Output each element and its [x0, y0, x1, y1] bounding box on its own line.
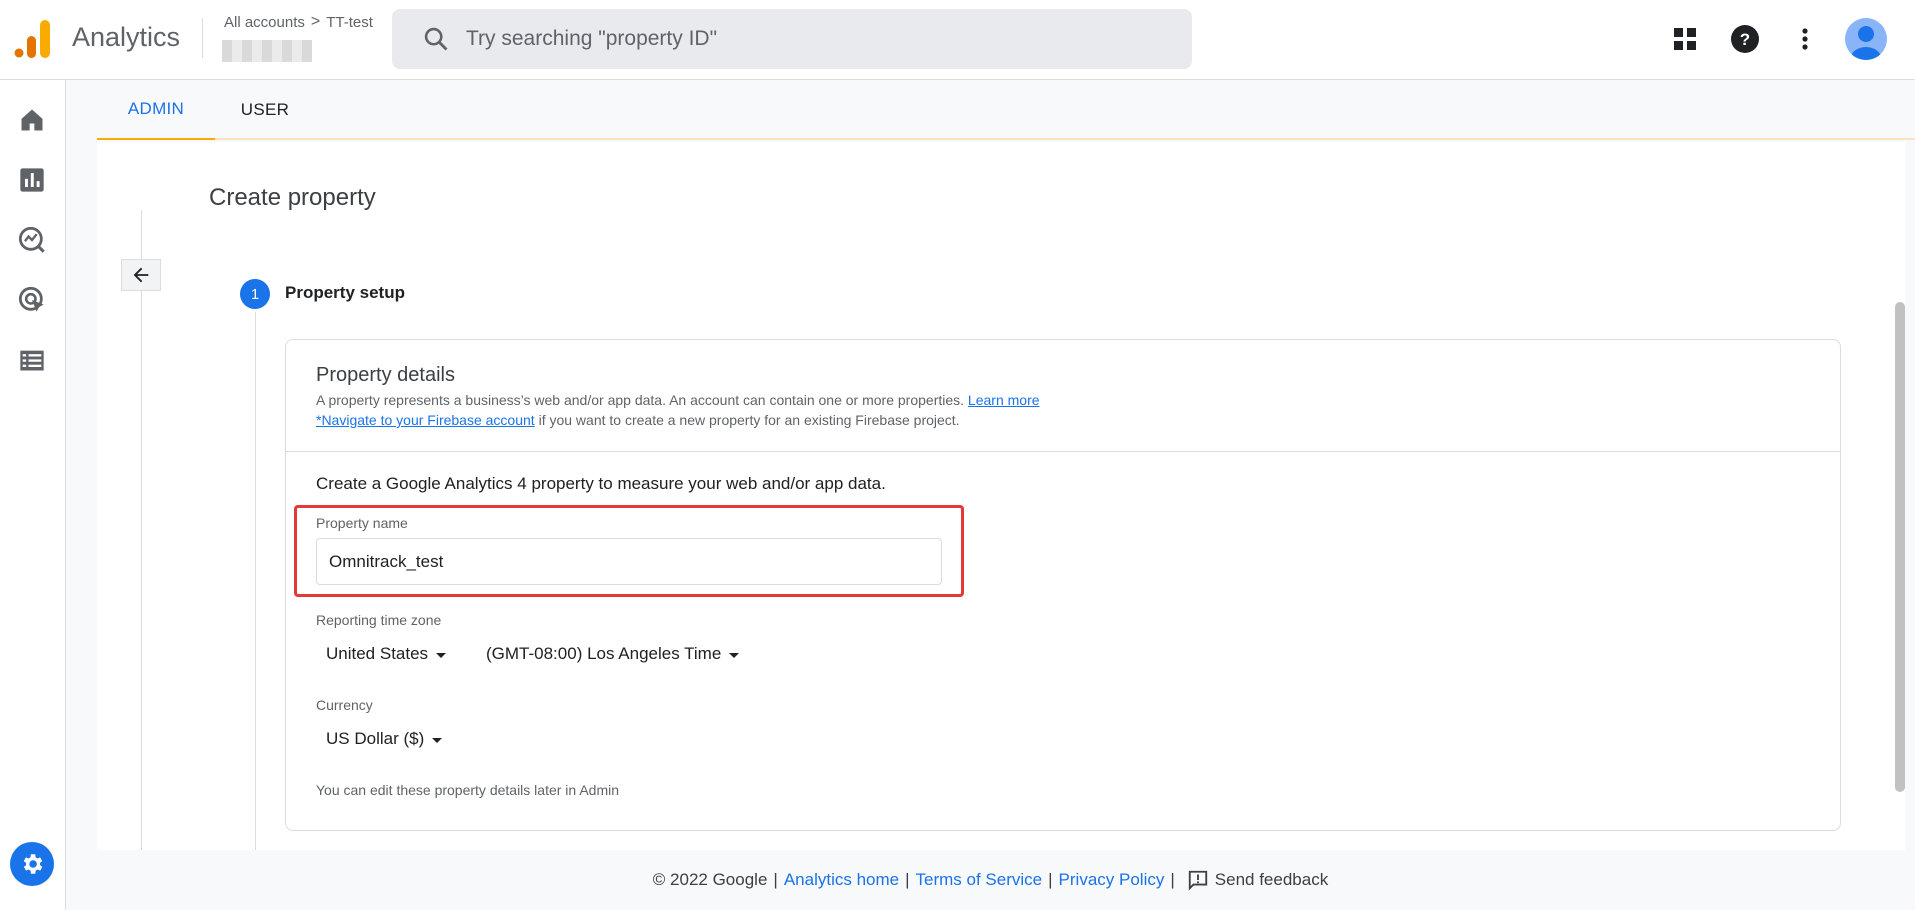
vertical-scrollbar[interactable]: [1895, 302, 1905, 792]
intro-text: Create a Google Analytics 4 property to …: [316, 474, 886, 493]
card-description-2: *Navigate to your Firebase account if yo…: [316, 412, 960, 428]
search-bar[interactable]: Try searching "property ID": [392, 9, 1192, 69]
analytics-home-link[interactable]: Analytics home: [784, 870, 899, 890]
timezone-select[interactable]: (GMT-08:00) Los Angeles Time: [486, 644, 740, 664]
privacy-link[interactable]: Privacy Policy: [1059, 870, 1165, 890]
card-description-1: A property represents a business’s web a…: [316, 392, 1040, 408]
svg-text:?: ?: [1740, 30, 1750, 49]
breadcrumb-account[interactable]: TT-test: [326, 14, 373, 31]
app-name[interactable]: Analytics: [72, 22, 180, 53]
property-name-label: Property name: [316, 515, 408, 531]
firebase-account-link[interactable]: *Navigate to your Firebase account: [316, 412, 535, 428]
breadcrumb[interactable]: All accounts > TT-test: [224, 13, 373, 31]
more-options-button[interactable]: [1785, 19, 1825, 59]
explore-icon[interactable]: [18, 226, 46, 254]
dropdown-caret-icon: [729, 652, 740, 658]
admin-settings-button[interactable]: [10, 842, 54, 886]
configure-list-icon[interactable]: [18, 346, 46, 374]
footer-separator: |: [1048, 870, 1053, 889]
apps-button[interactable]: [1665, 19, 1705, 59]
property-name-input[interactable]: [316, 538, 942, 585]
more-vert-icon: [1802, 28, 1808, 50]
currency-value: US Dollar ($): [326, 729, 425, 748]
search-icon: [424, 27, 448, 51]
description-text: A property represents a business’s web a…: [316, 392, 965, 408]
person-icon: [1851, 26, 1881, 60]
help-icon: ?: [1731, 25, 1759, 53]
footer-separator: |: [773, 870, 778, 889]
copyright-text: © 2022 Google: [652, 870, 768, 889]
currency-select[interactable]: US Dollar ($): [326, 729, 443, 749]
terms-link[interactable]: Terms of Service: [916, 870, 1043, 890]
breadcrumb-all-accounts[interactable]: All accounts: [224, 14, 305, 31]
tab-admin[interactable]: ADMIN: [97, 80, 215, 140]
page-title: Create property: [209, 184, 376, 211]
edit-later-note: You can edit these property details late…: [316, 782, 620, 798]
dropdown-caret-icon: [436, 652, 447, 658]
country-value: United States: [326, 644, 429, 663]
card-title: Property details: [316, 364, 455, 386]
breadcrumb-separator: >: [310, 13, 321, 30]
card-header: Property details A property represents a…: [286, 340, 1840, 452]
feedback-icon: [1188, 870, 1207, 891]
timezone-value: (GMT-08:00) Los Angeles Time: [486, 644, 722, 663]
firebase-description-text: if you want to create a new property for…: [538, 412, 960, 428]
redacted-property-name[interactable]: [222, 40, 312, 62]
back-button[interactable]: [121, 259, 161, 291]
header-divider: [202, 18, 203, 58]
step-label: Property setup: [285, 283, 405, 302]
learn-more-link[interactable]: Learn more: [968, 392, 1040, 408]
advertising-icon[interactable]: [18, 286, 46, 314]
dropdown-caret-icon: [432, 737, 443, 743]
tab-user[interactable]: USER: [215, 80, 315, 140]
help-button[interactable]: ?: [1725, 19, 1765, 59]
gear-icon: [23, 854, 43, 874]
top-bar: Analytics All accounts > TT-test Try sea…: [0, 0, 1915, 80]
currency-label: Currency: [316, 697, 373, 713]
arrow-back-icon: [133, 267, 149, 283]
send-feedback-button[interactable]: Send feedback: [1187, 869, 1328, 891]
admin-user-tabs: ADMIN USER: [97, 80, 1915, 140]
timezone-label: Reporting time zone: [316, 612, 442, 628]
property-details-card: Property details A property represents a…: [285, 339, 1841, 831]
left-nav: [0, 80, 66, 910]
top-actions: ?: [1665, 18, 1915, 60]
analytics-logo-icon[interactable]: [14, 20, 50, 58]
footer: © 2022 Google | Analytics home | Terms o…: [66, 850, 1915, 910]
search-placeholder: Try searching "property ID": [466, 27, 718, 50]
apps-grid-icon: [1674, 28, 1696, 50]
account-avatar[interactable]: [1845, 18, 1887, 60]
country-select[interactable]: United States: [326, 644, 447, 664]
footer-separator: |: [905, 870, 910, 889]
step-number-badge: 1: [240, 279, 270, 309]
reports-icon[interactable]: [18, 166, 46, 194]
home-icon[interactable]: [18, 106, 46, 134]
stepper-rail: [141, 210, 142, 850]
footer-separator: |: [1170, 870, 1175, 889]
step-rail: [255, 312, 256, 850]
send-feedback-label: Send feedback: [1214, 870, 1329, 889]
